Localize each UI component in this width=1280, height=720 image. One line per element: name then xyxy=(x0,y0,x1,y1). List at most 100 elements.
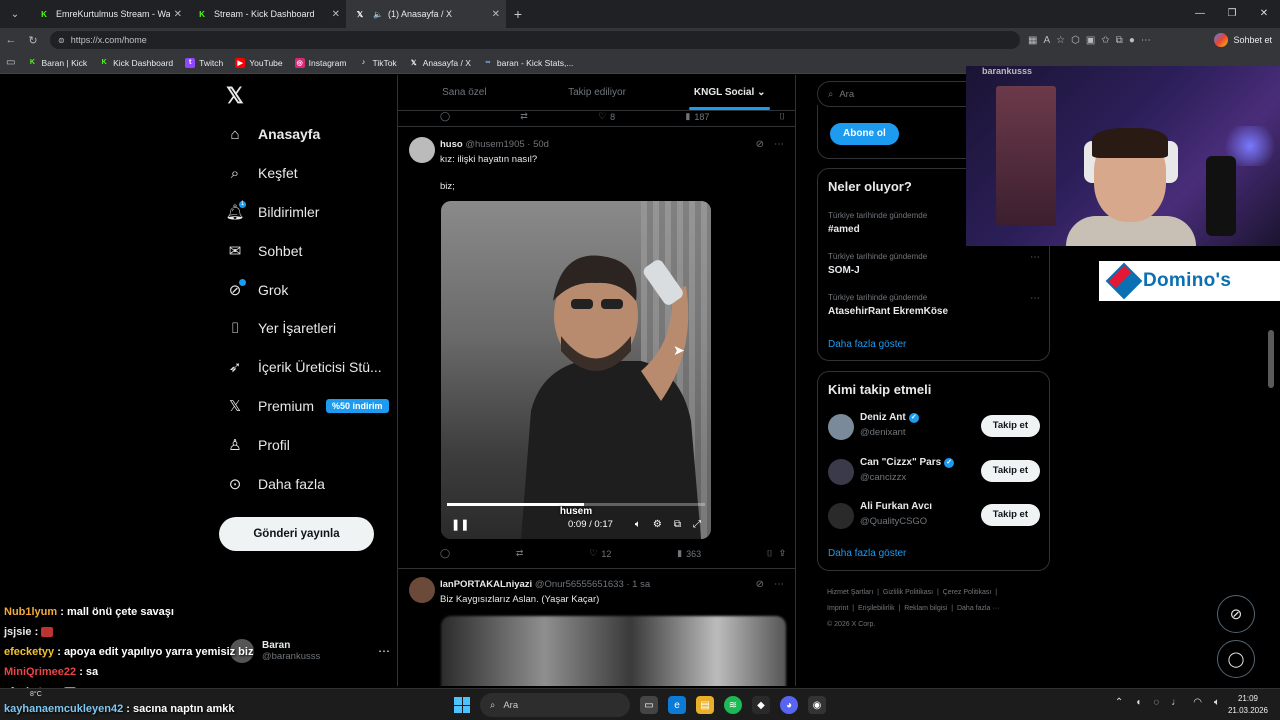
read-aloud-icon[interactable]: A xyxy=(1043,35,1050,46)
menu-icon[interactable]: ⋯ xyxy=(1141,35,1151,46)
footer-link[interactable]: Çerez Politikası xyxy=(943,589,992,596)
bookmark-kick-dashboard[interactable]: K Kick Dashboard xyxy=(99,58,174,68)
bookmark-icon[interactable]: ⌷ ⇪ xyxy=(767,548,785,559)
follow-button[interactable]: Takip et xyxy=(980,504,1040,526)
more-options-icon[interactable]: ⋯ xyxy=(1030,293,1040,304)
volume-icon[interactable]: 🔈︎ xyxy=(635,519,641,530)
views-button[interactable]: ▮ 187 xyxy=(685,111,709,122)
grok-icon[interactable]: ⊘ xyxy=(756,579,764,590)
avatar[interactable] xyxy=(828,414,854,440)
bookmark-twitch[interactable]: t Twitch xyxy=(185,57,223,68)
microphone-icon[interactable]: ♩ xyxy=(1171,697,1181,708)
taskbar-search[interactable]: ⌕ Ara xyxy=(480,693,630,717)
grok-floating-button[interactable]: ⊘ xyxy=(1217,595,1255,633)
bookmark-baran-kick[interactable]: K Baran | Kick xyxy=(27,58,87,68)
tab-for-you[interactable]: Sana özel xyxy=(398,75,531,110)
close-tab-icon[interactable]: ✕ xyxy=(492,9,500,20)
more-options-icon[interactable]: ⋯ xyxy=(1030,252,1040,263)
tweet-video[interactable]: husem ❚❚ 0:09 / 0:17 🔈︎ ⚙ ⧉ ⤢ xyxy=(441,201,711,539)
file-explorer-icon[interactable]: ▤ xyxy=(696,696,714,714)
bookmark-youtube[interactable]: ▶ YouTube xyxy=(235,57,283,68)
profile-avatar-icon[interactable]: ● xyxy=(1129,35,1135,46)
avatar[interactable] xyxy=(409,577,435,603)
bookmark-kick-stats[interactable]: ∞ baran - Kick Stats,... xyxy=(483,58,573,68)
windows-start-icon[interactable] xyxy=(454,697,470,713)
footer-link[interactable]: Erişilebilirlik xyxy=(858,605,895,612)
footer-link[interactable]: Hizmet Şartları xyxy=(827,589,873,596)
split-screen-icon[interactable]: ▣ xyxy=(1086,35,1095,46)
favorites-icon[interactable]: ✩ xyxy=(1101,35,1109,46)
nav-item-more[interactable]: ⊙ Daha fazla xyxy=(226,469,325,499)
page-scrollbar[interactable] xyxy=(1268,330,1274,388)
close-window-icon[interactable]: ✕ xyxy=(1248,0,1280,28)
trend-item[interactable]: Türkiye tarihinde gündemde AtasehirRant E… xyxy=(828,293,1040,317)
nav-item-grok[interactable]: ⊘ Grok xyxy=(226,275,288,305)
tab-following[interactable]: Takip ediliyor xyxy=(531,75,664,110)
extensions-icon[interactable]: ⬡ xyxy=(1071,35,1080,46)
nav-item-bookmarks[interactable]: ⌷ Yer İşaretleri xyxy=(226,313,336,343)
avatar[interactable] xyxy=(409,137,435,163)
trend-item[interactable]: Türkiye tarihinde gündemde SOM-J ⋯ xyxy=(828,252,1040,276)
reply-icon[interactable]: ◯ xyxy=(440,111,450,122)
spotify-icon[interactable]: ≋ xyxy=(724,696,742,714)
bookmarks-menu-icon[interactable]: ▭ xyxy=(6,57,15,68)
bookmark-tiktok[interactable]: ♪ TikTok xyxy=(358,58,397,68)
nav-item-notifications[interactable]: 🔔︎ 1 Bildirimler xyxy=(225,197,319,227)
nav-item-explore[interactable]: ⌕ Keşfet xyxy=(226,158,298,188)
follow-suggestion[interactable]: Can "Cizzx" Pars ✓ @cancizzx Takip et xyxy=(828,457,1040,487)
speaker-icon[interactable]: 🔈 xyxy=(372,8,384,20)
close-tab-icon[interactable]: ✕ xyxy=(174,9,182,20)
footer-link[interactable]: Gizlilik Politikası xyxy=(883,589,933,596)
browser-tab-3-active[interactable]: 𝕏 🔈 (1) Anasayfa / X ✕ xyxy=(346,0,506,28)
views-button[interactable]: ▮ 363 xyxy=(677,548,701,559)
tweet-media-preview[interactable] xyxy=(441,616,786,686)
back-icon[interactable]: ← xyxy=(0,34,22,46)
follow-button[interactable]: Takip et xyxy=(980,460,1040,482)
close-tab-icon[interactable]: ✕ xyxy=(332,9,340,20)
like-button[interactable]: ♡ 12 xyxy=(589,548,611,559)
copilot-chat-button[interactable]: Sohbet et xyxy=(1214,33,1272,47)
chevron-up-icon[interactable]: ⌃ xyxy=(1115,697,1123,708)
browser-tab-1[interactable]: K EmreKurtulmus Stream - Watch Li ✕ xyxy=(30,0,188,28)
more-options-icon[interactable]: ⋯ xyxy=(774,139,784,150)
tweet-ianportakalniyazi[interactable]: IanPORTAKALniyazi @Onur56555651633 · 1 s… xyxy=(398,569,796,686)
url-field[interactable]: ⊜ https://x.com/home xyxy=(50,31,1020,49)
nav-item-profile[interactable]: ♙ Profil xyxy=(226,430,290,460)
follow-button[interactable]: Takip et xyxy=(980,415,1040,437)
show-more-trends-link[interactable]: Daha fazla göster xyxy=(828,339,906,350)
reply-icon[interactable]: ◯ xyxy=(440,548,450,559)
tab-list-button[interactable]: ⌄ xyxy=(4,4,26,24)
reload-icon[interactable]: ↻ xyxy=(22,34,44,47)
bookmark-instagram[interactable]: ◎ Instagram xyxy=(294,57,346,68)
more-options-icon[interactable]: ⋯ xyxy=(378,644,390,658)
reader-icon[interactable]: ▦ xyxy=(1028,35,1037,46)
x-logo-icon[interactable]: 𝕏 xyxy=(226,83,244,109)
task-view-icon[interactable]: ▭ xyxy=(640,696,658,714)
bookmark-x-home[interactable]: 𝕏 Anasayfa / X xyxy=(409,58,471,68)
footer-link[interactable]: Daha fazla ··· xyxy=(957,605,999,612)
fullscreen-icon[interactable]: ⤢ xyxy=(693,519,701,530)
collections-icon[interactable]: ⧉ xyxy=(1116,35,1123,46)
more-options-icon[interactable]: ⋯ xyxy=(774,579,784,590)
minimize-icon[interactable]: — xyxy=(1184,0,1216,28)
follow-suggestion[interactable]: Deniz Ant ✓ @denixant Takip et xyxy=(828,412,1040,442)
tweet-huso[interactable]: huso @husem1905 · 50d ⊘ ⋯ kız: ilişki hay… xyxy=(398,126,796,569)
author-name[interactable]: huso xyxy=(440,139,463,150)
avatar[interactable] xyxy=(828,503,854,529)
footer-link[interactable]: Reklam bilgisi xyxy=(904,605,947,612)
settings-gear-icon[interactable]: ⚙ xyxy=(653,519,662,530)
wifi-icon[interactable]: ◠ xyxy=(1193,697,1202,708)
nav-item-messages[interactable]: ✉ Sohbet xyxy=(226,236,303,266)
bookmark-icon[interactable]: ⌷ xyxy=(780,111,785,122)
weather-widget[interactable]: 8°C xyxy=(30,691,42,698)
network-icon[interactable]: ◌ xyxy=(1153,697,1159,708)
maximize-icon[interactable]: ❐ xyxy=(1216,0,1248,28)
footer-link[interactable]: Imprint xyxy=(827,605,848,612)
edge-icon[interactable]: e xyxy=(668,696,686,714)
site-info-icon[interactable]: ⊜ xyxy=(58,36,65,45)
pause-icon[interactable]: ❚❚ xyxy=(451,518,469,531)
subscribe-button[interactable]: Abone ol xyxy=(830,123,899,145)
grok-icon[interactable]: ⊘ xyxy=(756,139,764,150)
obs-icon[interactable]: ◉ xyxy=(808,696,826,714)
nav-item-home[interactable]: ⌂ Anasayfa xyxy=(226,119,320,149)
